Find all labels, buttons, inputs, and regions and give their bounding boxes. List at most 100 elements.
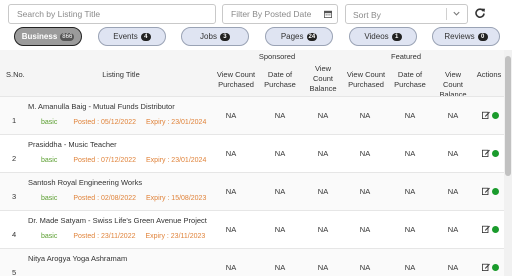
chevron-down-icon[interactable] [452,9,461,18]
tab-label: Reviews [444,32,475,41]
posted-date-filter[interactable] [222,4,338,24]
status-toggle[interactable] [492,111,499,119]
header-date-of-purchase: Date of Purchase [264,70,296,89]
posted-date: Posted : 05/12/2022 [73,119,137,126]
listing-meta: basic Posted : 05/12/2022 Expiry : 23/01/2… [41,119,206,126]
row-actions [482,149,499,157]
tab-events[interactable]: Events 4 [98,27,166,46]
table-row: 5 Nitya Arogya Yoga Ashramam NA NA NA NA… [0,248,504,276]
row-actions [482,225,499,233]
na-value: NA [447,263,459,272]
na-value: NA [274,225,286,234]
na-value: NA [359,111,371,120]
header-sno: S.No. [6,70,25,79]
na-value: NA [359,187,371,196]
na-value: NA [274,111,286,120]
vertical-scrollbar[interactable] [504,50,512,276]
na-value: NA [359,225,371,234]
listing-title: Prasiddha - Music Teacher [28,140,117,149]
listing-title: Dr. Made Satyam - Swiss Life's Green Ave… [28,216,207,225]
na-value: NA [447,149,459,158]
edit-icon[interactable] [482,225,490,233]
header-featured-view-count-purchased: View Count Purchased [346,70,386,89]
table-row: 3 Santosh Royal Engineering Works basic P… [0,172,504,210]
tab-jobs[interactable]: Jobs 3 [181,27,249,46]
plan-label: basic [41,157,58,164]
category-tabs: Business 866 Events 4 Jobs 3 Pages 24 Vi… [0,27,512,47]
sort-divider [446,8,447,20]
tab-label: Events [113,32,138,41]
status-toggle[interactable] [492,225,499,233]
na-value: NA [359,149,371,158]
status-toggle[interactable] [492,149,499,157]
na-value: NA [274,149,286,158]
status-toggle[interactable] [492,263,499,271]
header-listing-title: Listing Title [102,70,140,79]
listings-table: Sponsored Featured S.No. Listing Title V… [0,50,504,276]
na-value: NA [404,111,416,120]
listing-meta: basic Posted : 02/08/2022 Expiry : 15/08/2… [41,195,206,202]
listing-title: Santosh Royal Engineering Works [28,178,143,187]
header-actions: Actions [476,70,502,79]
search-input[interactable] [9,5,215,23]
count-badge: 3 [219,32,230,41]
na-value: NA [225,225,237,234]
row-actions [482,263,499,271]
count-badge: 24 [306,32,318,41]
scrollbar-thumb[interactable] [505,56,511,176]
edit-icon[interactable] [482,111,490,119]
na-value: NA [317,187,329,196]
status-toggle[interactable] [492,187,499,195]
tab-label: Pages [280,32,304,41]
tab-label: Business [21,32,58,41]
row-actions [482,111,499,119]
plan-label: basic [41,195,58,202]
posted-date: Posted : 02/08/2022 [73,195,137,202]
refresh-icon[interactable] [474,7,486,19]
expiry-date: Expiry : 23/01/2024 [146,157,207,164]
posted-date: Posted : 07/12/2022 [73,157,137,164]
expiry-date: Expiry : 23/11/2023 [145,233,206,240]
sort-select[interactable]: Sort By [345,4,468,24]
row-sno: 5 [12,268,17,276]
tab-label: Videos [364,32,389,41]
tab-videos[interactable]: Videos 1 [349,27,417,46]
na-value: NA [274,263,286,272]
table-row: 2 Prasiddha - Music Teacher basic Posted … [0,134,504,172]
header-view-count-purchased: View Count Purchased [216,70,256,89]
posted-date: Posted : 23/11/2022 [73,233,136,240]
na-value: NA [317,111,329,120]
tab-pages[interactable]: Pages 24 [265,27,333,46]
edit-icon[interactable] [482,263,490,271]
filter-bar: Sort By [4,4,508,24]
row-sno: 4 [12,230,17,239]
tab-business[interactable]: Business 866 [14,27,82,46]
row-sno: 2 [12,154,17,163]
tab-label: Jobs [200,32,217,41]
listing-title: Nitya Arogya Yoga Ashramam [28,254,128,263]
table-header: Sponsored Featured S.No. Listing Title V… [0,50,504,99]
header-featured-date-of-purchase: Date of Purchase [394,70,426,89]
expiry-date: Expiry : 23/01/2024 [146,119,207,126]
group-featured: Featured [390,52,422,61]
tab-reviews[interactable]: Reviews 0 [432,27,500,46]
plan-label: basic [41,233,58,240]
posted-date-input[interactable] [223,5,337,23]
na-value: NA [225,263,237,272]
na-value: NA [447,187,459,196]
edit-icon[interactable] [482,187,490,195]
row-sno: 1 [12,116,17,125]
na-value: NA [359,263,371,272]
calendar-icon[interactable] [324,10,332,18]
count-badge: 0 [477,32,488,41]
na-value: NA [317,225,329,234]
row-actions [482,187,499,195]
na-value: NA [404,225,416,234]
table-row: 4 Dr. Made Satyam - Swiss Life's Green A… [0,210,504,248]
header-view-count-balance: View Count Balance [309,64,337,93]
sort-placeholder: Sort By [353,10,381,20]
plan-label: basic [41,119,58,126]
search-field[interactable] [8,4,216,24]
edit-icon[interactable] [482,149,490,157]
na-value: NA [404,149,416,158]
